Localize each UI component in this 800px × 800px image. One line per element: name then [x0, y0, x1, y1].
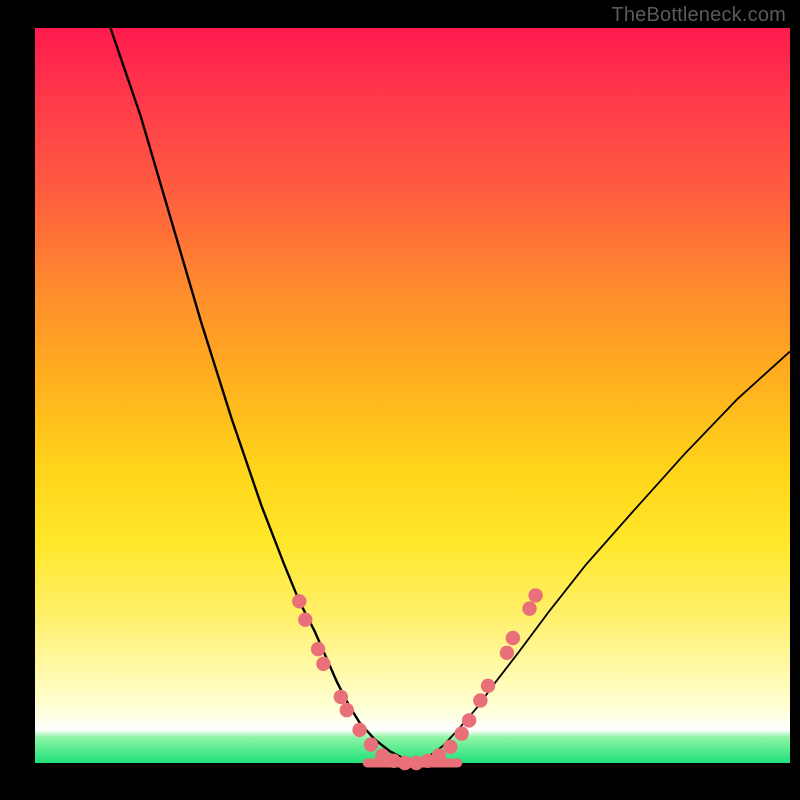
marker-dot: [298, 613, 312, 627]
marker-dot: [432, 748, 446, 762]
chart-frame: TheBottleneck.com: [0, 0, 800, 800]
left-curve-path: [111, 28, 413, 763]
marker-dot: [334, 690, 348, 704]
marker-dot: [340, 703, 354, 717]
marker-dot: [352, 723, 366, 737]
marker-dot: [528, 588, 542, 602]
marker-dot: [311, 642, 325, 656]
marker-dots: [292, 588, 543, 770]
chart-svg: [35, 28, 790, 763]
marker-dot: [522, 601, 536, 615]
marker-dot: [506, 631, 520, 645]
right-curve-path: [413, 351, 791, 763]
watermark-text: TheBottleneck.com: [611, 4, 786, 27]
plot-area: [35, 28, 790, 763]
marker-dot: [500, 646, 514, 660]
marker-dot: [462, 713, 476, 727]
marker-dot: [364, 737, 378, 751]
marker-dot: [443, 740, 457, 754]
marker-dot: [454, 726, 468, 740]
marker-dot: [481, 679, 495, 693]
marker-dot: [292, 594, 306, 608]
marker-dot: [316, 657, 330, 671]
marker-dot: [473, 693, 487, 707]
